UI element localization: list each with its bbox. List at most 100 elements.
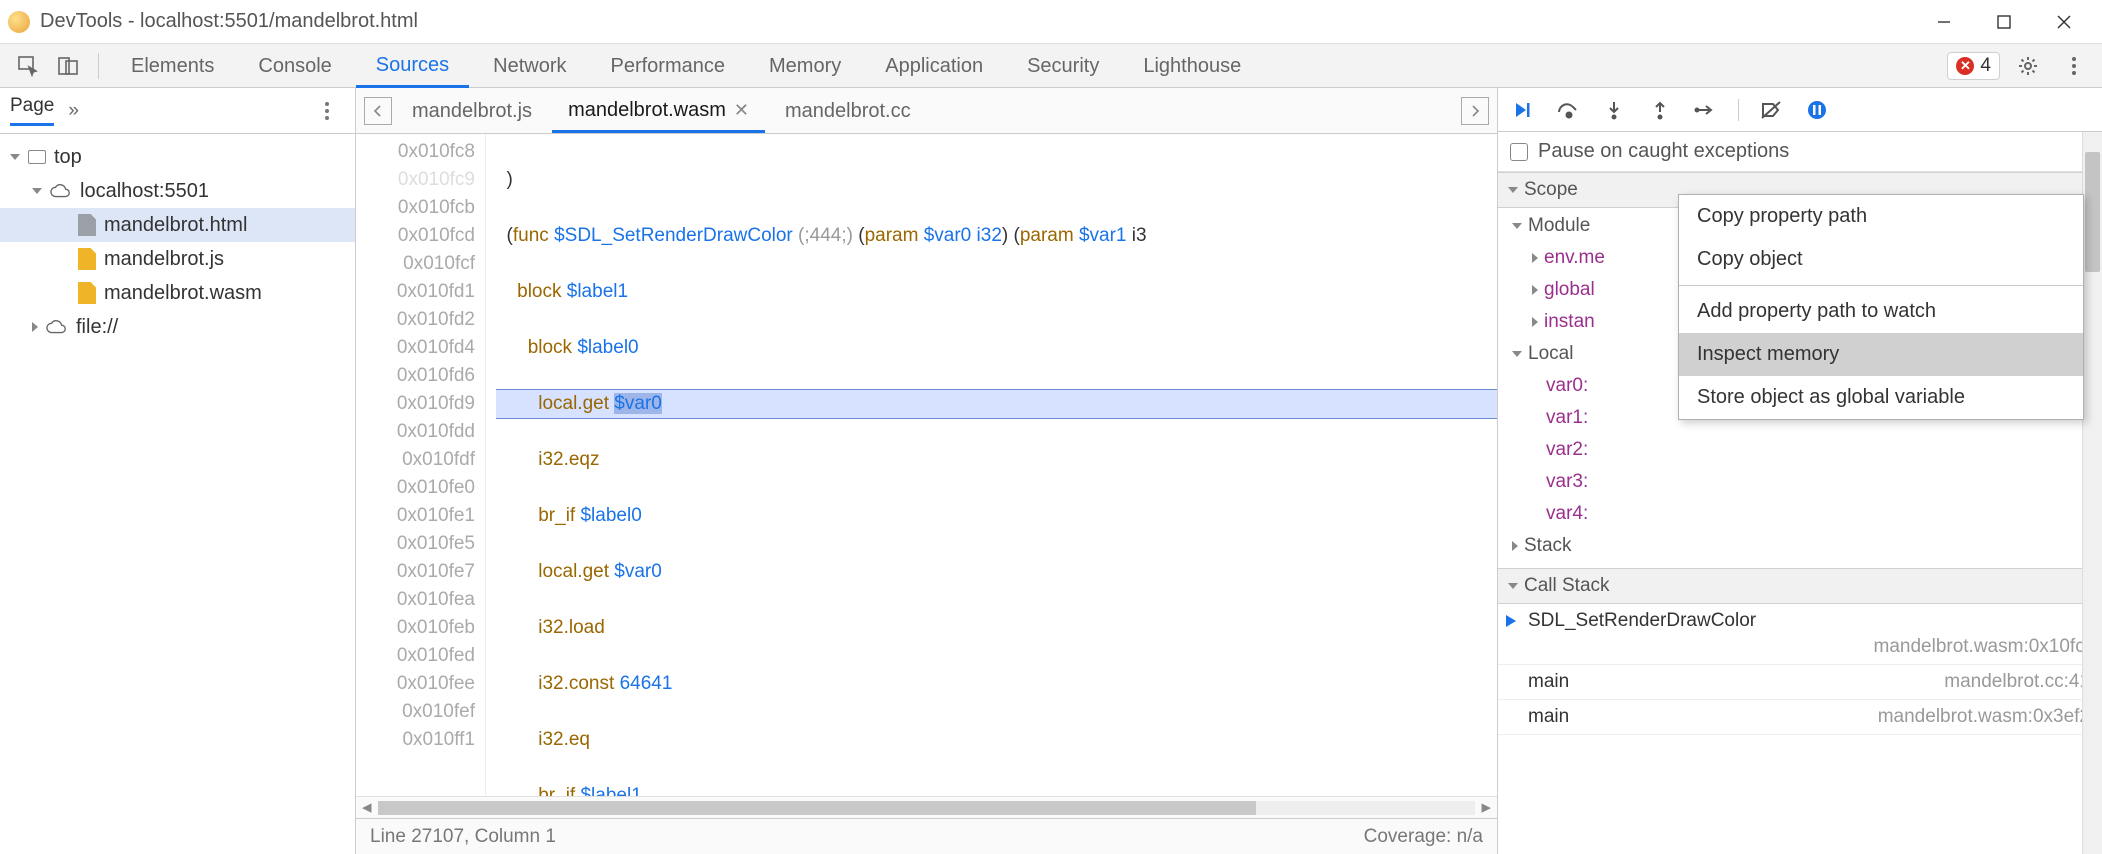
scope-item[interactable]: var3: (1512, 466, 2102, 498)
step-icon[interactable] (1692, 96, 1720, 124)
nav-forward-icon[interactable] (1461, 97, 1489, 125)
editor-tabs: mandelbrot.js mandelbrot.wasm ✕ mandelbro… (356, 88, 1497, 134)
main-area: Page » top localhost:5501 mandelbrot.htm… (0, 88, 2102, 854)
scope-item[interactable]: var2: (1512, 434, 2102, 466)
callstack-frame[interactable]: SDL_SetRenderDrawColor mandelbrot.wasm:0… (1498, 604, 2102, 665)
tab-memory[interactable]: Memory (749, 45, 861, 86)
tree-label: top (54, 146, 82, 169)
separator (1679, 285, 2083, 286)
editor-panel: mandelbrot.js mandelbrot.wasm ✕ mandelbro… (356, 88, 1498, 854)
tree-label: mandelbrot.wasm (104, 282, 262, 305)
window-titlebar: DevTools - localhost:5501/mandelbrot.htm… (0, 0, 2102, 44)
file-tree: top localhost:5501 mandelbrot.html mande… (0, 134, 355, 854)
nav-back-icon[interactable] (364, 97, 392, 125)
editor-status-bar: Line 27107, Column 1 Coverage: n/a (356, 818, 1497, 854)
app-icon (8, 11, 30, 33)
ctx-copy-object[interactable]: Copy object (1679, 238, 2083, 281)
navigator-menu-icon[interactable] (309, 93, 345, 129)
editor-tab-label: mandelbrot.js (412, 100, 532, 123)
deactivate-breakpoints-icon[interactable] (1757, 96, 1785, 124)
file-icon (78, 214, 96, 236)
debugger-panel: Pause on caught exceptions Scope Module … (1498, 88, 2102, 854)
cloud-icon (46, 319, 68, 335)
resume-icon[interactable] (1508, 96, 1536, 124)
ctx-store-global[interactable]: Store object as global variable (1679, 376, 2083, 419)
frame-location: mandelbrot.cc:41 (1944, 671, 2090, 693)
step-over-icon[interactable] (1554, 96, 1582, 124)
ctx-inspect-memory[interactable]: Inspect memory (1679, 333, 2083, 376)
cloud-icon (50, 183, 72, 199)
frame-icon (28, 150, 46, 164)
editor-gutter: 0x010fc80x010fc90x010fcb0x010fcd0x010fcf… (356, 134, 486, 796)
tree-label: file:// (76, 316, 118, 339)
tree-label: mandelbrot.js (104, 248, 224, 271)
scope-stack[interactable]: Stack (1512, 530, 2102, 562)
error-count: 4 (1980, 55, 1991, 77)
editor-tab[interactable]: mandelbrot.js (396, 90, 548, 131)
navigator-more-icon[interactable]: » (68, 100, 79, 122)
step-into-icon[interactable] (1600, 96, 1628, 124)
callstack-frame[interactable]: main mandelbrot.wasm:0x3ef2 (1498, 700, 2102, 735)
tab-performance[interactable]: Performance (591, 45, 746, 86)
editor-horizontal-scrollbar[interactable]: ◂ ▸ (356, 796, 1497, 818)
more-menu-icon[interactable] (2056, 48, 2092, 84)
settings-gear-icon[interactable] (2010, 48, 2046, 84)
ctx-copy-property-path[interactable]: Copy property path (1679, 195, 2083, 238)
frame-location: mandelbrot.wasm:0x3ef2 (1878, 706, 2090, 728)
tab-network[interactable]: Network (473, 45, 586, 86)
frame-name: main (1528, 671, 1569, 692)
tree-file[interactable]: mandelbrot.js (0, 242, 355, 276)
error-icon: ✕ (1956, 57, 1974, 75)
error-count-badge[interactable]: ✕ 4 (1947, 52, 2000, 80)
editor-tab-label: mandelbrot.wasm (568, 99, 726, 122)
debugger-toolbar (1498, 88, 2102, 132)
tree-host[interactable]: localhost:5501 (0, 174, 355, 208)
callstack-body: SDL_SetRenderDrawColor mandelbrot.wasm:0… (1498, 604, 2102, 735)
code-area[interactable]: ) (func $SDL_SetRenderDrawColor (;444;) … (486, 134, 1497, 796)
tree-file[interactable]: mandelbrot.html (0, 208, 355, 242)
scope-item[interactable]: var4: (1512, 498, 2102, 530)
navigator-tab-page[interactable]: Page (10, 95, 54, 126)
navigator-header: Page » (0, 88, 355, 134)
tab-application[interactable]: Application (865, 45, 1003, 86)
cursor-position: Line 27107, Column 1 (370, 826, 556, 848)
pause-exceptions-icon[interactable] (1803, 96, 1831, 124)
tree-file[interactable]: mandelbrot.wasm (0, 276, 355, 310)
vertical-scrollbar[interactable] (2082, 132, 2102, 854)
frame-location: mandelbrot.wasm:0x10fcf (1528, 636, 2090, 658)
frame-name: main (1528, 706, 1569, 727)
page-navigator-panel: Page » top localhost:5501 mandelbrot.htm… (0, 88, 356, 854)
editor-tab-label: mandelbrot.cc (785, 100, 911, 123)
tab-sources[interactable]: Sources (356, 44, 469, 88)
maximize-button[interactable] (1974, 2, 2034, 42)
step-out-icon[interactable] (1646, 96, 1674, 124)
checkbox-label: Pause on caught exceptions (1538, 140, 1789, 163)
checkbox-icon[interactable] (1510, 143, 1528, 161)
editor-tab[interactable]: mandelbrot.wasm ✕ (552, 89, 765, 133)
tab-security[interactable]: Security (1007, 45, 1119, 86)
close-button[interactable] (2034, 2, 2094, 42)
device-toolbar-icon[interactable] (50, 48, 86, 84)
window-title: DevTools - localhost:5501/mandelbrot.htm… (40, 10, 1914, 33)
tree-label: localhost:5501 (80, 180, 209, 203)
callstack-frame[interactable]: main mandelbrot.cc:41 (1498, 665, 2102, 700)
file-icon (78, 248, 96, 270)
frame-name: SDL_SetRenderDrawColor (1528, 610, 1756, 631)
editor-tab[interactable]: mandelbrot.cc (769, 90, 927, 131)
pause-on-caught-checkbox[interactable]: Pause on caught exceptions (1498, 132, 2102, 172)
close-tab-icon[interactable]: ✕ (734, 100, 749, 121)
tree-file-proto[interactable]: file:// (0, 310, 355, 344)
tree-top-frame[interactable]: top (0, 140, 355, 174)
callstack-section-header[interactable]: Call Stack (1498, 568, 2102, 604)
coverage-status: Coverage: n/a (1364, 826, 1483, 848)
inspect-element-icon[interactable] (10, 48, 46, 84)
tab-lighthouse[interactable]: Lighthouse (1123, 45, 1261, 86)
devtools-tabs: Elements Console Sources Network Perform… (0, 44, 2102, 88)
separator (98, 53, 99, 79)
tab-console[interactable]: Console (238, 45, 351, 86)
ctx-add-watch[interactable]: Add property path to watch (1679, 290, 2083, 333)
editor-body[interactable]: 0x010fc80x010fc90x010fcb0x010fcd0x010fcf… (356, 134, 1497, 796)
minimize-button[interactable] (1914, 2, 1974, 42)
file-icon (78, 282, 96, 304)
tab-elements[interactable]: Elements (111, 45, 234, 86)
